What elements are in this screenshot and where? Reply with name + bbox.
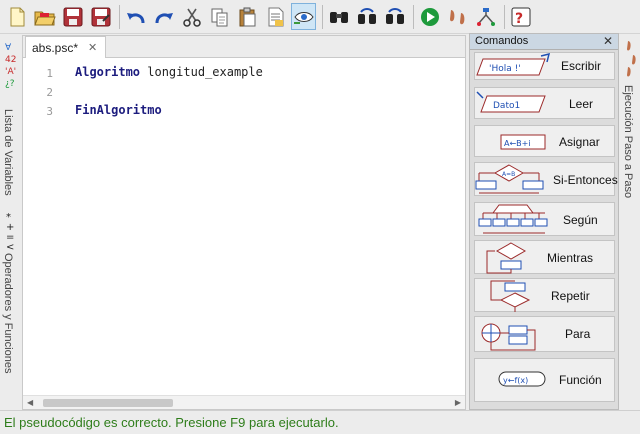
keyword: FinAlgoritmo	[75, 103, 162, 117]
command-label: Asignar	[559, 135, 600, 149]
commands-panel: Comandos ✕ 'Hola !' Escribir Dato1 Leer …	[469, 33, 619, 410]
command-label: Repetir	[551, 289, 590, 303]
step-by-step-label: Ejecución Paso a Paso	[622, 85, 634, 199]
switch-shape-icon	[478, 204, 548, 234]
scrollbar-thumb[interactable]	[43, 399, 173, 407]
svg-text:A=B: A=B	[502, 171, 515, 178]
command-label: Según	[563, 213, 598, 227]
step-by-step-icon[interactable]	[445, 3, 470, 30]
toolbar-separator	[504, 4, 505, 29]
code-line[interactable]: FinAlgoritmo	[75, 103, 162, 117]
svg-text:Dato1: Dato1	[493, 101, 520, 111]
code-line[interactable]: Algoritmo longitud_example	[75, 65, 263, 79]
svg-text:'Hola !': 'Hola !'	[489, 64, 521, 74]
help-icon[interactable]: ?	[508, 3, 533, 30]
while-shape-icon	[486, 242, 527, 274]
variables-icon: ∀ 42 'A' ¿?	[5, 43, 16, 88]
line-number: 2	[46, 86, 53, 99]
left-side-tabs: ∀ 42 'A' ¿? Lista de Variables * + = < O…	[0, 35, 22, 410]
svg-text:A←B+i: A←B+i	[504, 139, 531, 148]
commands-header: Comandos ✕	[470, 34, 618, 50]
command-segun[interactable]: Según	[474, 202, 615, 236]
tab-abs-psc[interactable]: abs.psc* ✕	[25, 36, 107, 58]
toolbar-separator	[413, 4, 414, 29]
svg-text:<: <	[6, 242, 14, 251]
horizontal-scrollbar[interactable]: ◀ ▶	[23, 395, 465, 409]
code-editor[interactable]: abs.psc* ✕ 1 2 3 Algoritmo longitud_exam…	[22, 35, 466, 410]
search-next-icon[interactable]	[354, 3, 379, 30]
undo-icon[interactable]	[123, 3, 148, 30]
if-shape-icon: A=B	[475, 164, 544, 194]
svg-text:?: ?	[515, 11, 523, 27]
command-label: Escribir	[561, 59, 602, 73]
status-bar: El pseudocódigo es correcto. Presione F9…	[0, 410, 640, 434]
repeat-shape-icon	[490, 280, 531, 312]
command-mientras[interactable]: Mientras	[474, 240, 615, 274]
editor-tab-bar: abs.psc* ✕	[23, 36, 465, 58]
tab-step-by-step[interactable]: Ejecución Paso a Paso	[620, 35, 640, 245]
assign-shape-icon: A←B+i	[500, 134, 546, 150]
cut-icon[interactable]	[179, 3, 204, 30]
tab-operators-functions[interactable]: * + = < Operadores y Funciones	[0, 211, 22, 407]
indent-icon[interactable]	[291, 3, 316, 30]
run-icon[interactable]	[417, 3, 442, 30]
code-text: longitud_example	[140, 65, 263, 79]
command-escribir[interactable]: 'Hola !' Escribir	[474, 52, 615, 80]
command-funcion[interactable]: y←f(x) Función	[474, 358, 615, 402]
keyword: Algoritmo	[75, 65, 141, 79]
command-asignar[interactable]: A←B+i Asignar	[474, 125, 615, 157]
footsteps-icon	[627, 41, 636, 77]
command-label: Función	[559, 373, 602, 387]
toolbar-separator	[119, 4, 120, 29]
paste-icon[interactable]	[235, 3, 260, 30]
command-para[interactable]: Para	[474, 316, 615, 352]
variables-list-label: Lista de Variables	[2, 109, 14, 196]
tab-title: abs.psc*	[32, 40, 79, 55]
svg-text:42: 42	[5, 55, 16, 65]
input-shape-icon: Dato1	[476, 91, 546, 113]
operators-icon: * + = <	[6, 212, 14, 251]
svg-text:'A': 'A'	[5, 67, 16, 77]
save-icon[interactable]	[60, 3, 85, 30]
output-shape-icon: 'Hola !'	[476, 53, 551, 76]
diagram-icon[interactable]	[473, 3, 498, 30]
line-number: 1	[46, 67, 53, 80]
copy-icon[interactable]	[207, 3, 232, 30]
search-icon[interactable]	[326, 3, 351, 30]
close-icon[interactable]: ✕	[603, 34, 613, 49]
command-repetir[interactable]: Repetir	[474, 278, 615, 312]
toolbar: ?	[0, 0, 640, 34]
command-leer[interactable]: Dato1 Leer	[474, 87, 615, 119]
replace-icon[interactable]	[382, 3, 407, 30]
commands-title: Comandos	[475, 35, 529, 47]
right-side-tabs: Ejecución Paso a Paso	[620, 35, 640, 410]
redo-icon[interactable]	[151, 3, 176, 30]
command-label: Si-Entonces	[553, 173, 618, 187]
command-label: Para	[565, 327, 591, 341]
comment-icon[interactable]	[263, 3, 288, 30]
command-si-entonces[interactable]: A=B Si-Entonces	[474, 162, 618, 196]
command-label: Mientras	[547, 251, 594, 265]
new-file-icon[interactable]	[4, 3, 29, 30]
operators-functions-label: Operadores y Funciones	[2, 253, 14, 374]
scroll-left-icon[interactable]: ◀	[27, 398, 33, 407]
svg-text:y←f(x): y←f(x)	[503, 376, 528, 385]
svg-text:¿?: ¿?	[5, 79, 15, 88]
line-number-gutter: 1 2 3	[23, 59, 63, 389]
toolbar-separator	[322, 4, 323, 29]
line-number: 3	[46, 105, 53, 118]
tab-variables-list[interactable]: ∀ 42 'A' ¿? Lista de Variables	[0, 37, 22, 205]
scroll-right-icon[interactable]: ▶	[455, 398, 461, 407]
save-as-icon[interactable]	[88, 3, 113, 30]
status-message: El pseudocódigo es correcto. Presione F9…	[4, 415, 339, 430]
close-icon[interactable]: ✕	[88, 41, 97, 54]
svg-text:∀: ∀	[5, 43, 12, 53]
for-shape-icon	[481, 323, 536, 351]
open-folder-icon[interactable]	[32, 3, 57, 30]
function-shape-icon: y←f(x)	[498, 371, 546, 387]
command-label: Leer	[569, 97, 594, 111]
